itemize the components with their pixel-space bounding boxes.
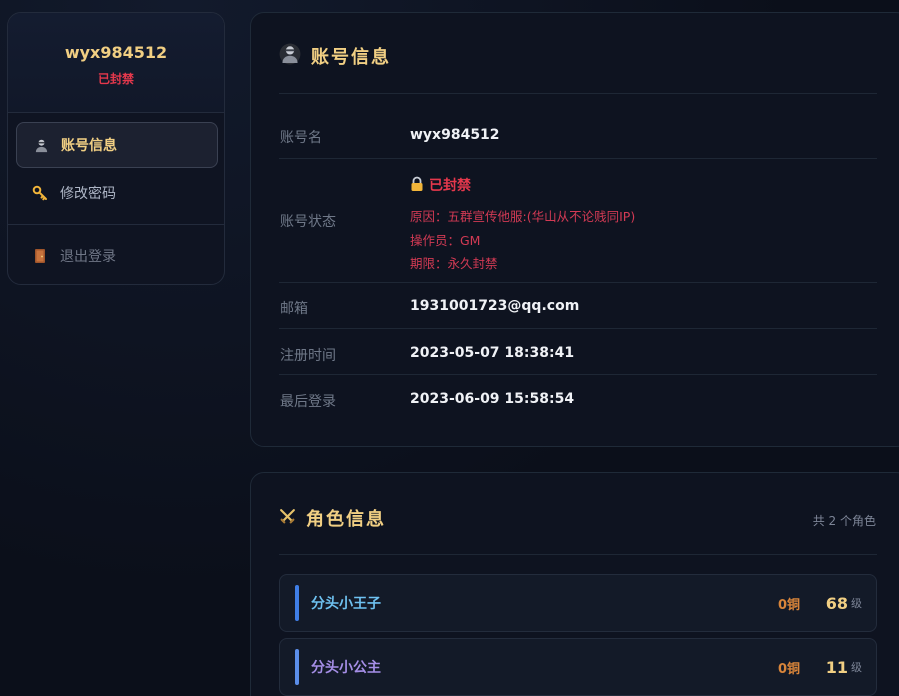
role-level: 11: [825, 657, 848, 677]
last-login-label: 最后登录: [280, 394, 336, 410]
key-icon: [30, 185, 50, 201]
nav-item-change-password[interactable]: 修改密码: [16, 170, 218, 216]
account-status-row: 账号状态 已封禁 原因：五群宣传他服:(华山从不论贱同IP) 操作员：GM 期限…: [279, 159, 877, 283]
role-name: 分头小公主: [311, 660, 381, 676]
role-level: 68: [825, 593, 848, 613]
nav-item-label: 账号信息: [61, 138, 117, 154]
sidebar: wyx984512 已封禁 账号信息 修改密码 退出登录: [7, 12, 225, 285]
account-name-label: 账号名: [280, 130, 322, 146]
register-time-row: 注册时间 2023-05-07 18:38:41: [279, 329, 877, 375]
role-item[interactable]: 分头小公主 0铜 11 级: [279, 638, 877, 696]
user-icon: [279, 43, 301, 69]
role-info-title: 角色信息: [279, 505, 386, 531]
role-money: 0铜: [777, 661, 800, 677]
account-status-label: 账号状态: [280, 214, 336, 230]
role-level-unit: 级: [851, 597, 862, 610]
sidebar-username: wyx984512: [64, 42, 168, 62]
role-info-card: 角色信息 共 2 个角色 分头小王子 0铜 68 级 分头小公主 0铜 11 级: [250, 472, 899, 696]
account-info-card: 账号信息 账号名 wyx984512 账号状态 已封禁 原因：五群宣传他服:(华…: [250, 12, 899, 447]
role-count: 共 2 个角色: [812, 514, 876, 528]
card-divider: [279, 93, 877, 94]
user-icon: [31, 138, 51, 153]
register-time-label: 注册时间: [280, 348, 336, 364]
role-item[interactable]: 分头小王子 0铜 68 级: [279, 574, 877, 632]
account-name-row: 账号名 wyx984512: [279, 113, 877, 159]
lock-icon: [410, 176, 424, 195]
role-money: 0铜: [777, 597, 800, 613]
role-level-unit: 级: [851, 661, 862, 674]
ban-reason: 原因：五群宣传他服:(华山从不论贱同IP): [410, 209, 636, 224]
ban-duration: 期限：永久封禁: [410, 256, 498, 271]
ban-status-text: 已封禁: [429, 178, 471, 194]
door-icon: [30, 248, 50, 264]
sidebar-status-badge: 已封禁: [97, 71, 134, 86]
nav-item-label: 退出登录: [60, 249, 116, 265]
register-time-value: 2023-05-07 18:38:41: [410, 345, 575, 361]
last-login-row: 最后登录 2023-06-09 15:58:54: [279, 375, 877, 421]
nav-item-label: 修改密码: [60, 186, 116, 202]
ban-operator: 操作员：GM: [410, 233, 481, 248]
sidebar-header: wyx984512 已封禁: [8, 13, 224, 113]
email-label: 邮箱: [280, 301, 308, 317]
account-name-value: wyx984512: [410, 127, 500, 143]
role-info-title-text: 角色信息: [306, 509, 386, 530]
role-color-bar: [295, 649, 299, 685]
ban-status: 已封禁: [410, 175, 471, 195]
account-info-title: 账号信息: [279, 43, 391, 69]
nav-item-account-info[interactable]: 账号信息: [16, 122, 218, 168]
last-login-value: 2023-06-09 15:58:54: [410, 391, 575, 407]
crossed-swords-icon: [279, 508, 296, 529]
role-name: 分头小王子: [311, 596, 381, 612]
email-row: 邮箱 1931001723@qq.com: [279, 283, 877, 329]
role-color-bar: [295, 585, 299, 621]
email-value: 1931001723@qq.com: [410, 298, 580, 314]
card-divider: [279, 554, 877, 555]
nav-item-logout[interactable]: 退出登录: [16, 233, 218, 279]
account-info-title-text: 账号信息: [311, 47, 391, 68]
nav-divider: [8, 224, 224, 225]
